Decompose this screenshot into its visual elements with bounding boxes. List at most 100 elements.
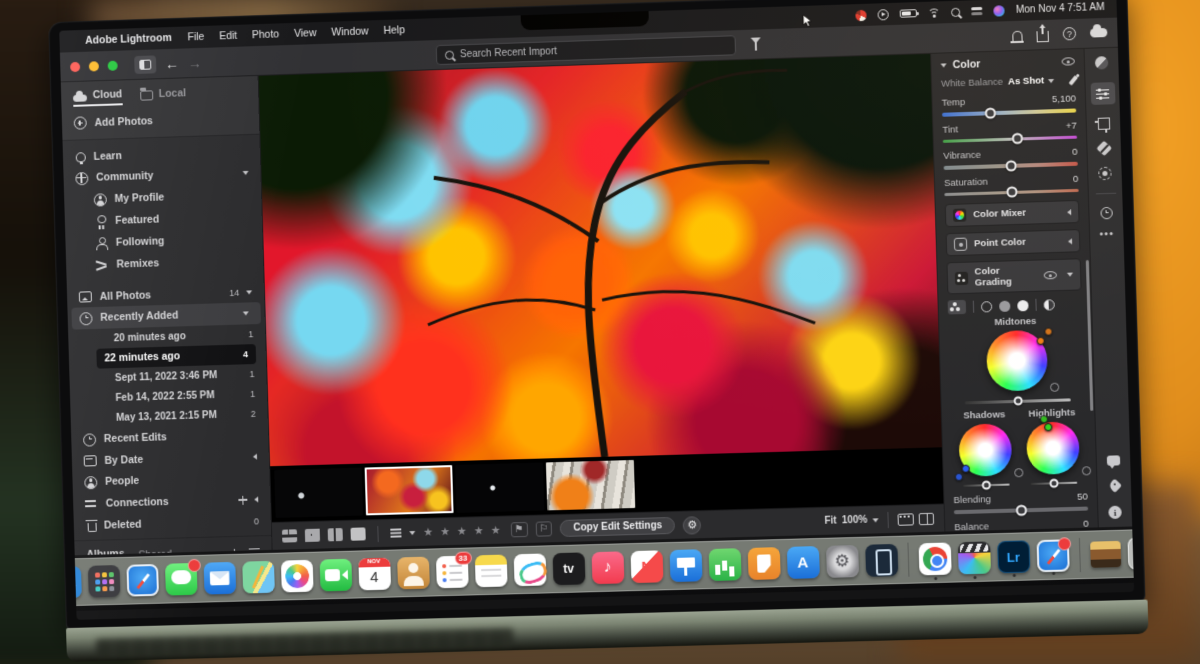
plus-icon[interactable] [238, 495, 247, 504]
back-button[interactable]: ← [165, 56, 179, 70]
eyedropper-icon[interactable] [1069, 75, 1078, 85]
app-store-icon[interactable]: A [786, 546, 819, 579]
zoom-chevron-icon[interactable] [872, 518, 878, 522]
sort-icon[interactable] [390, 528, 401, 537]
edit-tool-active[interactable] [1090, 82, 1115, 105]
help-icon[interactable]: ? [1063, 27, 1077, 40]
wheel-handle-outer[interactable] [955, 472, 963, 480]
menu-photo[interactable]: Photo [252, 28, 280, 41]
zoom-window-button[interactable] [108, 60, 118, 70]
contacts-icon[interactable] [397, 557, 430, 590]
wheel-handle[interactable] [1036, 337, 1044, 345]
color-section-title[interactable]: Color [952, 58, 980, 71]
view-detail-icon[interactable] [350, 527, 365, 540]
spotlight-icon[interactable] [951, 7, 960, 16]
notes-icon[interactable] [474, 555, 507, 588]
slider-knob[interactable] [985, 107, 996, 118]
video-clapper-app-icon[interactable] [957, 541, 990, 574]
notifications-bell-icon[interactable] [1012, 30, 1022, 40]
apple-tv-icon[interactable]: tv [552, 552, 585, 585]
launchpad-icon[interactable] [87, 565, 120, 598]
pages-icon[interactable] [747, 547, 780, 580]
grading-highlights-tab[interactable] [1017, 300, 1028, 311]
vibrance-slider[interactable]: Vibrance0 [943, 147, 1078, 170]
highlights-color-wheel[interactable] [1026, 421, 1080, 475]
flag-reject-icon[interactable]: ⚐ [535, 521, 552, 536]
view-two-up-icon[interactable] [328, 528, 343, 541]
menu-view[interactable]: View [294, 27, 317, 40]
sidebar-toggle-button[interactable] [134, 55, 156, 74]
chevron-down-icon[interactable] [941, 63, 947, 67]
safari-alt-icon[interactable] [1036, 539, 1069, 572]
reset-icon[interactable] [1082, 466, 1091, 475]
menu-file[interactable]: File [187, 31, 204, 43]
messages-icon[interactable] [164, 563, 197, 596]
settings-gear-button[interactable]: ⚙ [683, 516, 702, 535]
grading-midtones-tab[interactable] [999, 300, 1010, 311]
white-balance-select[interactable]: As Shot [1008, 75, 1055, 88]
flag-pick-icon[interactable]: ⚑ [510, 522, 527, 537]
grading-shadows-tab[interactable] [981, 301, 992, 312]
reminders-icon[interactable]: 33 [435, 556, 468, 589]
filmstrip-thumbnail-leaves-selected[interactable] [365, 465, 454, 515]
filmstrip-thumbnail-moon[interactable] [274, 468, 363, 518]
filmstrip-thumbnail-porch[interactable] [546, 460, 635, 510]
star-rating[interactable]: ★ ★ ★ ★ ★ [423, 524, 503, 539]
reset-icon[interactable] [1049, 383, 1058, 392]
grading-3way-tab[interactable] [948, 300, 967, 315]
reset-icon[interactable] [1014, 468, 1023, 477]
close-window-button[interactable] [70, 61, 80, 71]
menu-edit[interactable]: Edit [219, 30, 237, 43]
chevron-down-icon[interactable] [243, 171, 249, 175]
version-history-icon[interactable] [1100, 207, 1112, 219]
shadows-luminance-slider[interactable] [963, 483, 1009, 487]
tab-local[interactable]: Local [140, 87, 186, 103]
wheel-handle[interactable] [1044, 423, 1052, 431]
sidebar-item-remixes[interactable]: Remixes [66, 249, 264, 277]
temp-slider[interactable]: Temp5,100 [942, 93, 1077, 116]
view-mosaic-icon[interactable] [282, 529, 297, 542]
forward-button[interactable]: → [188, 55, 202, 69]
slider-knob[interactable] [1006, 187, 1017, 198]
play-circle-icon[interactable] [878, 9, 889, 20]
point-color-section[interactable]: Point Color [946, 229, 1081, 256]
chrome-icon[interactable] [918, 542, 951, 575]
slider-knob[interactable] [982, 480, 991, 489]
zoom-level[interactable]: 100% [842, 515, 868, 527]
facetime-icon[interactable] [319, 559, 352, 592]
menu-window[interactable]: Window [331, 25, 368, 38]
photos-app-icon[interactable] [280, 560, 313, 593]
eye-icon[interactable] [1062, 57, 1075, 65]
slider-knob[interactable] [1005, 160, 1016, 171]
info-icon[interactable]: i [1108, 506, 1122, 519]
saturation-slider[interactable]: Saturation0 [944, 173, 1079, 196]
comments-icon[interactable] [1107, 455, 1120, 465]
view-grid-icon[interactable] [305, 529, 320, 542]
filmstrip-thumbnail-crescent[interactable] [455, 463, 544, 513]
masking-icon[interactable] [1098, 167, 1112, 180]
calendar-app-icon[interactable]: NOV 4 [358, 558, 391, 591]
add-photos-button[interactable]: Add Photos [74, 111, 248, 130]
midtones-color-wheel[interactable] [985, 330, 1047, 392]
slider-knob[interactable] [1049, 478, 1058, 487]
control-center-icon[interactable] [971, 7, 982, 16]
presets-icon[interactable] [1095, 56, 1109, 69]
copy-edit-settings-button[interactable]: Copy Edit Settings [560, 517, 675, 537]
sidebar-item-deleted[interactable]: Deleted 0 [74, 510, 272, 536]
keynote-icon[interactable] [669, 549, 702, 582]
highlights-luminance-slider[interactable] [1031, 481, 1078, 485]
maps-icon[interactable] [242, 561, 275, 594]
cloud-sync-icon[interactable] [1090, 28, 1107, 38]
trash-dock-icon[interactable] [1127, 537, 1134, 570]
lightroom-dock-icon[interactable]: Lr [997, 540, 1030, 573]
menu-help[interactable]: Help [383, 24, 405, 37]
minimize-window-button[interactable] [89, 61, 99, 71]
crop-icon[interactable] [1097, 117, 1109, 129]
app-menu-title[interactable]: Adobe Lightroom [85, 32, 172, 47]
wheel-handle[interactable] [962, 464, 970, 472]
share-icon[interactable] [1036, 31, 1048, 42]
mail-icon[interactable] [203, 562, 236, 595]
chevron-left-icon[interactable] [254, 496, 258, 502]
music-icon[interactable]: ♪ [591, 551, 624, 584]
midtones-luminance-slider[interactable] [965, 398, 1071, 404]
